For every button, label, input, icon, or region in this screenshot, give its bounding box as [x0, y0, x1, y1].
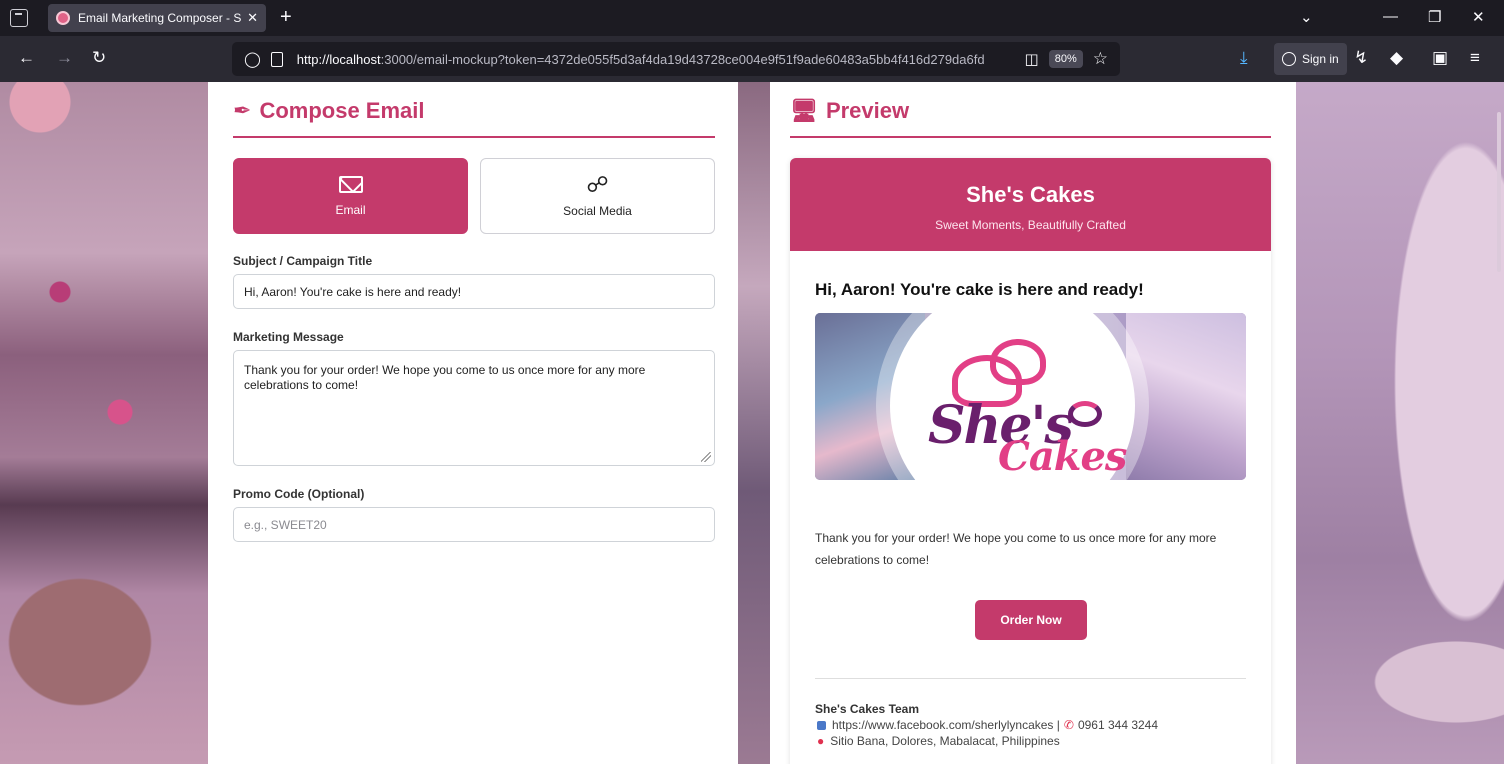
page-viewport: ✒ Compose Email Email ☍ Social Media Sub… [0, 82, 1504, 764]
compose-panel: ✒ Compose Email Email ☍ Social Media Sub… [208, 82, 738, 764]
footer-contact-line: https://www.facebook.com/sherlylyncakes … [815, 717, 1246, 733]
share-icon: ☍ [586, 172, 609, 197]
email-preview-card: She's Cakes Sweet Moments, Beautifully C… [790, 158, 1271, 764]
email-tagline: Sweet Moments, Beautifully Crafted [935, 218, 1126, 232]
shes-cakes-logo: She's Cakes [890, 313, 1135, 480]
facebook-icon [817, 721, 826, 731]
scrollbar[interactable] [1497, 112, 1501, 272]
subject-input[interactable]: Hi, Aaron! You're cake is here and ready… [233, 274, 715, 309]
browser-tab[interactable]: Email Marketing Composer - Sh ✕ [48, 4, 266, 32]
minimize-icon[interactable]: — [1383, 8, 1398, 25]
reader-view-icon[interactable]: ◫ [1025, 50, 1039, 68]
zoom-level-badge[interactable]: 80% [1048, 50, 1083, 68]
url-text[interactable]: http://localhost:3000/email-mockup?token… [297, 52, 1015, 67]
tab-close-icon[interactable]: ✕ [247, 10, 258, 26]
email-subject: Hi, Aaron! You're cake is here and ready… [815, 280, 1144, 299]
email-brand-name: She's Cakes [966, 182, 1095, 207]
message-textarea[interactable]: Thank you for your order! We hope you co… [233, 350, 715, 466]
new-tab-button[interactable]: + [280, 6, 292, 28]
phone-icon: ✆ [1063, 718, 1074, 732]
browser-nav-bar: ← → ↻ ◯ http://localhost:3000/email-mock… [0, 36, 1504, 82]
paintbrush-icon: ✒ [233, 98, 252, 123]
window-close-icon[interactable]: ✕ [1472, 8, 1485, 26]
preview-title-rule [790, 136, 1271, 138]
social-media-type-button[interactable]: ☍ Social Media [480, 158, 715, 234]
monitor-icon: 🖥 [790, 98, 818, 123]
location-pin-icon: ● [817, 734, 825, 748]
address-bar[interactable]: ◯ http://localhost:3000/email-mockup?tok… [232, 42, 1120, 76]
footer-address: Sitio Bana, Dolores, Mabalacat, Philippi… [830, 734, 1060, 748]
email-banner-image: She's Cakes [815, 313, 1246, 480]
email-body-text: Thank you for your order! We hope you co… [815, 531, 1217, 567]
order-now-button[interactable]: Order Now [975, 600, 1087, 640]
sign-in-label: Sign in [1302, 52, 1339, 66]
sidebar-toggle-icon[interactable] [10, 9, 28, 27]
background-cake-photo-middle [738, 82, 770, 764]
envelope-icon [338, 175, 363, 193]
extensions-icon[interactable]: ↯ [1354, 48, 1368, 68]
banner-photo-right [1126, 313, 1246, 480]
compose-title-rule [233, 136, 715, 138]
footer-team: She's Cakes Team [815, 702, 920, 716]
preview-title: 🖥 Preview [790, 98, 909, 124]
email-type-button[interactable]: Email [233, 158, 468, 234]
shield-icon[interactable]: ◯ [244, 50, 261, 68]
compose-title-text: Compose Email [259, 98, 425, 123]
extension-shield-icon[interactable]: ▣ [1432, 48, 1448, 68]
footer-facebook-link[interactable]: https://www.facebook.com/sherlylyncakes … [832, 718, 1060, 732]
promo-code-input[interactable]: e.g., SWEET20 [233, 507, 715, 542]
bookmark-star-icon[interactable]: ☆ [1093, 49, 1108, 69]
logo-text-bottom: Cakes [998, 433, 1127, 480]
footer-address-line: ● Sitio Bana, Dolores, Mabalacat, Philipp… [815, 733, 1246, 749]
compose-title: ✒ Compose Email [233, 98, 424, 124]
download-icon[interactable]: ⤓ [1240, 48, 1248, 68]
forward-icon[interactable]: → [56, 48, 73, 68]
subject-label: Subject / Campaign Title [233, 254, 373, 268]
background-cake-photo-right [1296, 82, 1504, 764]
email-type-label: Email [335, 202, 366, 217]
browser-tab-bar: Email Marketing Composer - Sh ✕ + ⌄ — ❐ … [0, 0, 1504, 36]
chef-hat-top-icon [990, 339, 1046, 385]
reload-icon[interactable]: ↻ [92, 48, 106, 68]
message-label: Marketing Message [233, 330, 344, 344]
cake-slice-icon [1068, 401, 1102, 427]
account-icon [1282, 52, 1296, 66]
site-favicon-icon [56, 11, 70, 25]
preview-panel: 🖥 Preview She's Cakes Sweet Moments, Bea… [770, 82, 1296, 764]
promo-label: Promo Code (Optional) [233, 487, 365, 501]
extension-hat-icon[interactable]: ◆ [1390, 48, 1403, 68]
message-text: Thank you for your order! We hope you co… [244, 363, 646, 392]
preview-title-text: Preview [825, 98, 910, 123]
back-icon[interactable]: ← [18, 48, 35, 68]
tab-title: Email Marketing Composer - Sh [78, 11, 242, 25]
page-info-icon[interactable] [270, 51, 283, 67]
background-cake-photo-left [0, 82, 208, 764]
resize-handle-icon[interactable] [701, 452, 711, 462]
sign-in-button[interactable]: Sign in [1274, 43, 1347, 75]
menu-icon[interactable]: ≡ [1470, 48, 1480, 68]
email-footer: She's Cakes Team https://www.facebook.co… [815, 701, 1246, 749]
tab-list-chevron-icon[interactable]: ⌄ [1300, 8, 1313, 26]
restore-icon[interactable]: ❐ [1428, 8, 1441, 26]
social-media-type-label: Social Media [563, 204, 632, 218]
email-header: She's Cakes Sweet Moments, Beautifully C… [790, 158, 1271, 251]
footer-phone: 0961 344 3244 [1077, 718, 1159, 732]
email-footer-divider [815, 678, 1246, 679]
